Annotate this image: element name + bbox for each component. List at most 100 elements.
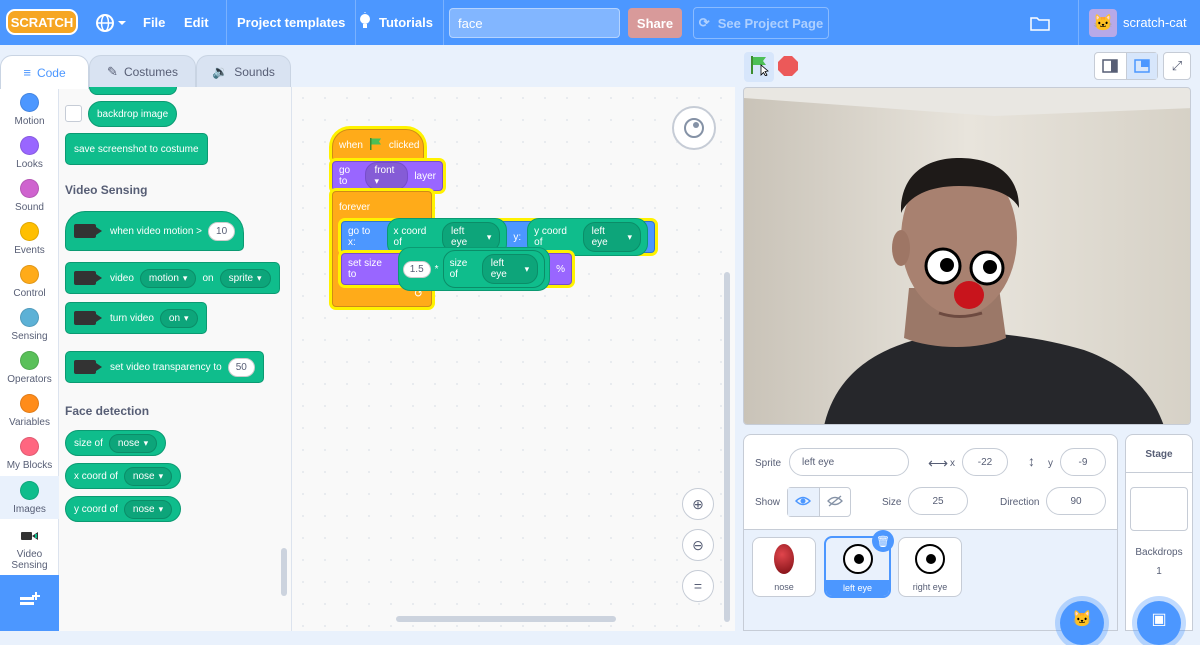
sprite-thumb-right-eye[interactable]: right eye [898,537,962,597]
tab-costumes-label: Costumes [123,65,178,79]
zoom-reset-button[interactable]: = [682,570,714,602]
backdrop-image-reporter[interactable]: backdrop image [88,101,178,127]
when-video-motion-block[interactable]: when video motion > 10 [65,211,245,251]
script-area[interactable]: when clicked go to front layer forever ↺… [292,87,735,631]
script-horizontal-scrollbar[interactable] [396,616,616,622]
stage-title: Stage [1126,435,1192,473]
show-sprite-button[interactable] [788,488,820,516]
video-subject-dropdown[interactable]: sprite [219,268,271,288]
when-flag-clicked-block[interactable]: when clicked [332,129,424,161]
transparency-input[interactable]: 50 [227,357,255,377]
palette-block-partial[interactable] [89,87,177,95]
save-screenshot-block[interactable]: save screenshot to costume [65,133,208,165]
normal-stage-button[interactable] [1126,53,1157,79]
category-operators[interactable]: Operators [0,351,59,385]
size-of-reporter[interactable]: size of left eye [442,250,546,288]
x-position-input[interactable]: -22 [962,448,1008,476]
category-variables[interactable]: Variables [0,394,59,428]
set-size-block[interactable]: set size to 1.5 * size of left eye % [341,247,572,291]
video-state-dropdown[interactable]: on [159,308,198,328]
zoom-out-button[interactable]: ⊖ [682,529,714,561]
go-to-layer-block[interactable]: go to front layer [332,161,443,191]
set-transparency-label: set video transparency to [110,361,222,373]
green-flag-button[interactable] [744,52,774,82]
small-stage-button[interactable] [1095,53,1127,79]
avatar: 🐱 [1089,8,1117,37]
zoom-in-button[interactable]: ⊕ [682,488,714,520]
face-part-dropdown[interactable]: nose [123,499,173,519]
stage-canvas[interactable] [743,87,1191,425]
size-of-reporter[interactable]: size of nose [65,430,167,456]
multiply-operator[interactable]: 1.5 * size of left eye [397,247,551,291]
motion-dot-icon [20,93,39,112]
sprite-name: nose [774,582,794,592]
category-motion[interactable]: Motion [0,93,59,127]
y-coord-label: y coord of [534,226,567,248]
y-position-input[interactable]: -9 [1060,448,1106,476]
choose-backdrop-button[interactable]: ▣ [1137,601,1181,645]
stage-thumbnail[interactable] [1130,487,1188,531]
y-coord-label: y coord of [74,503,118,515]
turn-video-block[interactable]: turn video on [65,302,207,334]
stop-sign-button[interactable] [778,56,798,76]
category-looks[interactable]: Looks [0,136,59,170]
video-motion-on-sprite-block[interactable]: video motion on sprite [65,262,280,294]
add-extension-button[interactable] [0,575,59,631]
delete-sprite-button[interactable]: 🗑 [872,530,894,552]
project-title-input[interactable] [449,8,620,38]
category-label: Sensing [11,331,48,342]
category-sensing[interactable]: Sensing [0,308,59,342]
category-my-blocks[interactable]: My Blocks [0,437,59,471]
x-coord-of-reporter[interactable]: x coord of nose [65,463,182,489]
category-events[interactable]: Events [0,222,59,256]
multiplier-input[interactable]: 1.5 [402,260,431,278]
direction-input[interactable]: 90 [1046,487,1106,515]
share-button[interactable]: Share [628,8,682,38]
video-camera-icon [74,360,102,374]
palette-scrollbar[interactable] [281,548,287,596]
refresh-icon: ⟳ [698,15,710,30]
sprite-name-input[interactable] [789,448,909,476]
face-part-dropdown[interactable]: left eye [481,254,539,284]
video-feed-image [744,88,1190,424]
fullscreen-button[interactable]: ⤢ [1163,52,1191,80]
face-part-dropdown[interactable]: left eye [582,222,641,252]
size-input[interactable]: 25 [908,487,968,515]
backdrop-image-checkbox[interactable] [65,105,82,122]
tab-sounds[interactable]: 🔉 Sounds [196,55,291,88]
edit-menu[interactable]: Edit [184,0,209,45]
script-vertical-scrollbar[interactable] [724,272,730,622]
face-part-dropdown[interactable]: nose [108,433,158,453]
sprite-thumb-nose[interactable]: nose [752,537,816,597]
stage-size-toggle [1094,52,1158,80]
language-globe-icon[interactable] [96,0,126,45]
image-plus-icon: ▣ [1151,611,1167,628]
user-account-menu[interactable]: 🐱 scratch-cat [1078,0,1187,45]
scratch-logo[interactable]: SCRATCH [6,8,78,36]
category-control[interactable]: Control [0,265,59,299]
my-stuff-folder-icon[interactable] [1030,0,1050,45]
x-coord-label: x coord of [393,226,427,248]
file-menu[interactable]: File [143,0,165,45]
hide-sprite-button[interactable] [820,488,851,516]
motion-threshold-input[interactable]: 10 [208,221,236,241]
fullscreen-icon: ⤢ [1171,58,1183,73]
category-sound[interactable]: Sound [0,179,59,213]
video-sensing-heading: Video Sensing [65,183,148,197]
zoom-reset-icon: = [693,578,703,594]
percent-label: % [556,263,565,275]
face-part-dropdown[interactable]: nose [123,466,173,486]
see-project-page-button[interactable]: ⟳ See Project Page [693,7,829,39]
tab-code[interactable]: ≡ Code [0,55,89,89]
when-video-motion-label: when video motion > [110,225,203,237]
tutorials-menu[interactable]: Tutorials [347,0,444,45]
video-attribute-dropdown[interactable]: motion [139,268,197,288]
set-video-transparency-block[interactable]: set video transparency to 50 [65,351,264,383]
layer-dropdown[interactable]: front [365,162,409,190]
project-templates-menu[interactable]: Project templates [226,0,357,45]
tab-costumes[interactable]: ✎ Costumes [89,55,196,88]
y-coord-of-reporter[interactable]: y coord of nose [65,496,182,522]
category-images[interactable]: Images [0,476,59,519]
choose-sprite-button[interactable]: 🐱 [1060,601,1104,645]
category-video-sensing[interactable]: Video Sensing [0,526,59,571]
